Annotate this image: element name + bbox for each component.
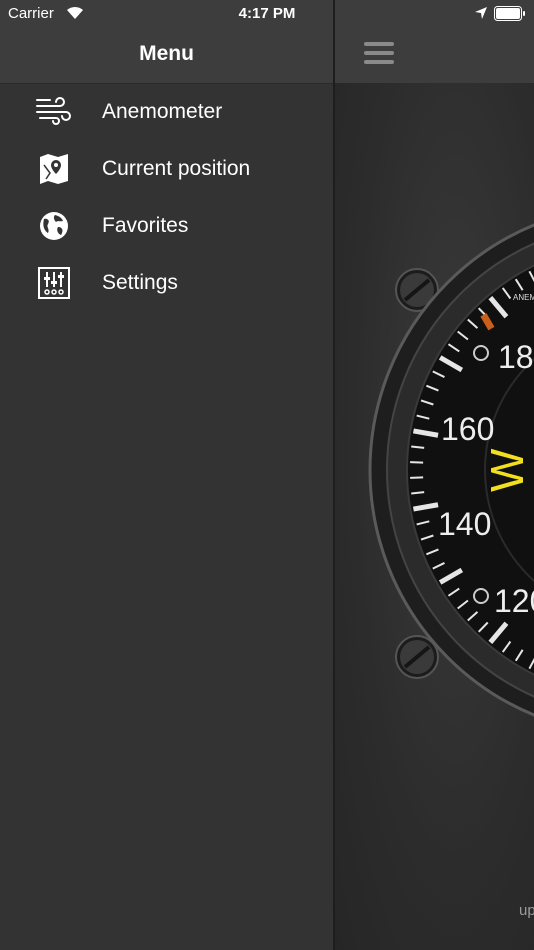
battery-icon [494, 6, 525, 21]
menu-item-label: Favorites [102, 214, 189, 237]
dial-label-120: 120 [494, 583, 534, 619]
menu-item-favorites[interactable]: Favorites [0, 198, 333, 254]
dial-label-160: 160 [441, 411, 494, 447]
anemometer-gauge: ANEM 180 160 140 120 W [368, 223, 534, 717]
menu-item-settings[interactable]: Settings [0, 255, 333, 311]
menu-item-current-position[interactable]: Current position [0, 141, 333, 197]
menu-item-label: Anemometer [102, 100, 223, 123]
globe-icon [40, 212, 68, 240]
location-arrow-icon [475, 7, 487, 19]
main-content: ANEM 180 160 140 120 W up [335, 0, 534, 950]
clock: 4:17 PM [238, 5, 296, 22]
menu-item-anemometer[interactable]: Anemometer [0, 84, 333, 140]
sliders-icon [38, 267, 70, 299]
dial-tick [411, 445, 425, 449]
menu-title: Menu [139, 42, 194, 65]
menu-item-label: Current position [102, 157, 251, 180]
status-bar: Carrier 4:17 PM [0, 0, 534, 28]
brand-text: ANEM [513, 293, 534, 302]
dial-tick [411, 491, 425, 495]
direction-label: W [481, 448, 533, 492]
dial-label-140: 140 [438, 506, 491, 542]
menu-item-label: Settings [102, 271, 178, 294]
side-menu: Menu Anemometer Current position Favorit… [0, 0, 335, 950]
map-pin-icon [40, 154, 68, 184]
footer-text: up [519, 902, 534, 919]
dial-label-180: 180 [498, 339, 534, 375]
wind-icon [36, 97, 71, 125]
